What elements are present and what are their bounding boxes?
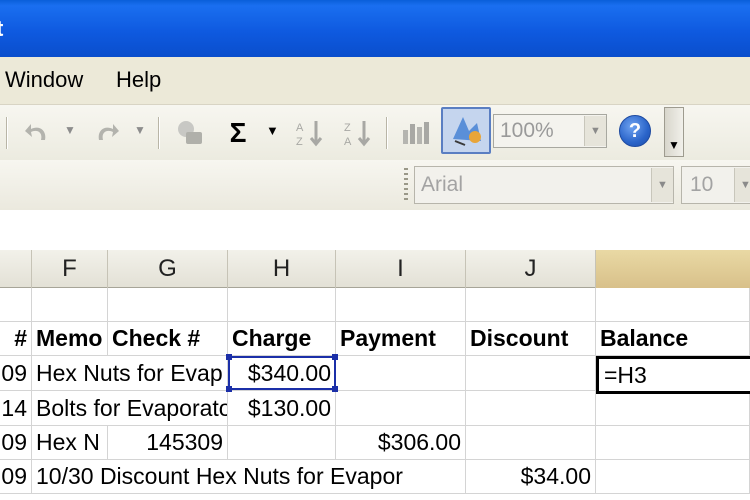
chart-wizard-icon[interactable] (398, 115, 434, 151)
column-header-i[interactable]: I (336, 250, 466, 288)
cell[interactable]: $34.00 (466, 460, 596, 493)
chevron-down-icon[interactable]: ▼ (651, 168, 673, 202)
undo-dropdown-icon[interactable]: ▼ (64, 123, 76, 137)
sort-descending-icon[interactable]: ZA (340, 115, 376, 151)
toolbar-separator (6, 117, 8, 149)
redo-icon[interactable] (92, 115, 122, 151)
column-header-h[interactable]: H (228, 250, 336, 288)
column-header-g[interactable]: G (108, 250, 228, 288)
menu-help[interactable]: Help (116, 67, 161, 93)
table-row: 14 Bolts for Evaporator $130.00 (0, 391, 750, 426)
cell[interactable] (466, 426, 596, 459)
table-row: 09 Hex N 145309 $306.00 (0, 426, 750, 460)
cell[interactable]: Payment (336, 322, 466, 355)
cell[interactable] (466, 288, 596, 321)
cell[interactable]: Hex Nuts for Evap (32, 356, 228, 390)
svg-text:A: A (344, 136, 352, 148)
selection-handle[interactable] (226, 386, 232, 392)
chevron-down-icon[interactable]: ▼ (584, 116, 606, 146)
active-cell-k3[interactable]: =H3 (596, 356, 750, 394)
table-row: 09 10/30 Discount Hex Nuts for Evapor $3… (0, 460, 750, 494)
cell[interactable] (466, 356, 596, 390)
cell[interactable] (32, 288, 108, 321)
cell[interactable] (596, 391, 750, 425)
column-header-e[interactable] (0, 250, 32, 288)
selected-cell-h3[interactable] (226, 354, 338, 392)
cell[interactable] (228, 426, 336, 459)
menu-bar: Window Help (0, 57, 750, 105)
autosum-icon[interactable]: Σ (222, 115, 254, 151)
cell[interactable] (596, 426, 750, 459)
cell[interactable] (336, 356, 466, 390)
cell[interactable]: 145309 (108, 426, 228, 459)
cell[interactable]: Charge (228, 322, 336, 355)
svg-text:Z: Z (296, 136, 303, 148)
cell[interactable] (596, 288, 750, 321)
selection-handle[interactable] (332, 354, 338, 360)
cell[interactable]: 14 (0, 391, 32, 425)
cell[interactable]: Balance (596, 322, 750, 355)
cell[interactable]: Hex N (32, 426, 108, 459)
drawing-toggle-button[interactable] (441, 107, 491, 154)
table-row (0, 288, 750, 322)
cell[interactable]: 09 (0, 460, 32, 493)
sort-ascending-icon[interactable]: AZ (292, 115, 328, 151)
cell[interactable] (336, 288, 466, 321)
menu-window[interactable]: Window (5, 67, 83, 93)
undo-icon[interactable] (22, 115, 52, 151)
cell[interactable]: 10/30 Discount Hex Nuts for Evapor (32, 460, 466, 493)
svg-text:A: A (296, 122, 304, 134)
selection-handle[interactable] (332, 386, 338, 392)
chevron-down-icon[interactable]: ▼ (734, 168, 750, 202)
cell[interactable] (596, 460, 750, 493)
title-bar: t (0, 0, 750, 57)
cell[interactable]: Check # (108, 322, 228, 355)
cell[interactable]: $130.00 (228, 391, 336, 425)
cell[interactable]: Discount (466, 322, 596, 355)
font-dropdown[interactable]: Arial ▼ (414, 166, 674, 204)
cell[interactable] (466, 391, 596, 425)
column-header-k[interactable] (596, 250, 750, 288)
zoom-dropdown[interactable]: 100% ▼ (493, 114, 607, 148)
cell[interactable] (336, 391, 466, 425)
table-row: # Memo Check # Charge Payment Discount B… (0, 322, 750, 356)
cell[interactable]: # (0, 322, 32, 355)
column-header-f[interactable]: F (32, 250, 108, 288)
cell[interactable] (0, 288, 32, 321)
cell[interactable] (108, 288, 228, 321)
column-header-j[interactable]: J (466, 250, 596, 288)
column-headers: F G H I J (0, 250, 750, 288)
cell[interactable] (228, 288, 336, 321)
window-title: t (0, 16, 4, 42)
cell[interactable]: Bolts for Evaporator (32, 391, 228, 425)
help-icon[interactable]: ? (619, 115, 651, 147)
toolbar-options-icon[interactable]: ▼ (664, 107, 684, 157)
spreadsheet-grid: # Memo Check # Charge Payment Discount B… (0, 288, 750, 500)
toolbar-grip[interactable] (404, 168, 408, 202)
toolbar-separator (158, 117, 160, 149)
redo-dropdown-icon[interactable]: ▼ (134, 123, 146, 137)
font-name: Arial (421, 173, 464, 196)
cell-formula[interactable]: =H3 (604, 362, 647, 389)
autosum-dropdown-icon[interactable]: ▼ (266, 123, 279, 138)
cell[interactable]: 09 (0, 356, 32, 390)
zoom-value: 100% (500, 119, 554, 142)
hyperlink-icon[interactable] (172, 115, 208, 151)
cell[interactable]: Memo (32, 322, 108, 355)
cell[interactable]: 09 (0, 426, 32, 459)
formula-bar-area (0, 210, 750, 250)
toolbar-separator (386, 117, 388, 149)
font-size-value: 10 (690, 173, 714, 196)
svg-text:Z: Z (344, 122, 351, 134)
cell[interactable]: $306.00 (336, 426, 466, 459)
selection-handle[interactable] (226, 354, 232, 360)
font-size-dropdown[interactable]: 10 ▼ (681, 166, 750, 204)
